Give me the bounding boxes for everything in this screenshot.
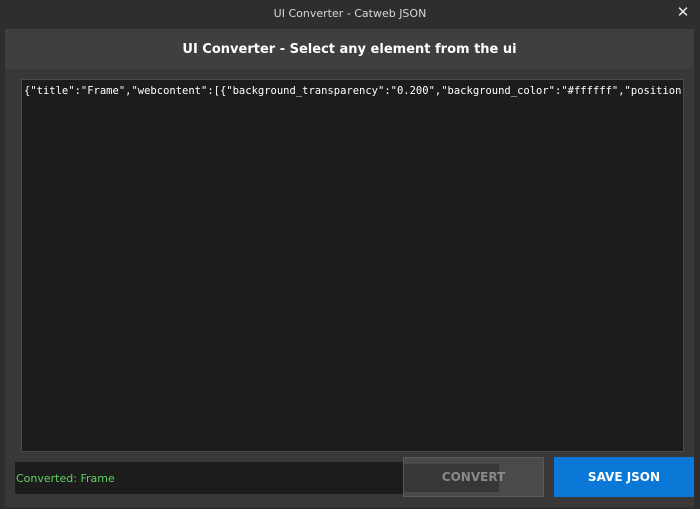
convert-button-label: CONVERT	[441, 470, 506, 484]
header-title: UI Converter - Select any element from t…	[182, 41, 517, 57]
status-text: Converted: Frame	[16, 471, 115, 485]
json-output-box[interactable]: {"title":"Frame","webcontent":[{"backgro…	[21, 79, 684, 452]
save-json-button[interactable]: SAVE JSON	[554, 457, 694, 497]
window-title: UI Converter - Catweb JSON	[273, 6, 427, 20]
json-output-text: {"title":"Frame","webcontent":[{"backgro…	[24, 85, 684, 97]
close-icon[interactable]: ✕	[675, 4, 691, 20]
panel-header: UI Converter - Select any element from t…	[5, 29, 694, 69]
convert-button[interactable]: CONVERT	[403, 457, 544, 497]
save-json-button-label: SAVE JSON	[587, 470, 661, 484]
converter-panel: UI Converter - Select any element from t…	[5, 29, 694, 507]
window-titlebar: UI Converter - Catweb JSON ✕	[0, 0, 700, 26]
status-bar: Converted: Frame	[15, 462, 403, 494]
